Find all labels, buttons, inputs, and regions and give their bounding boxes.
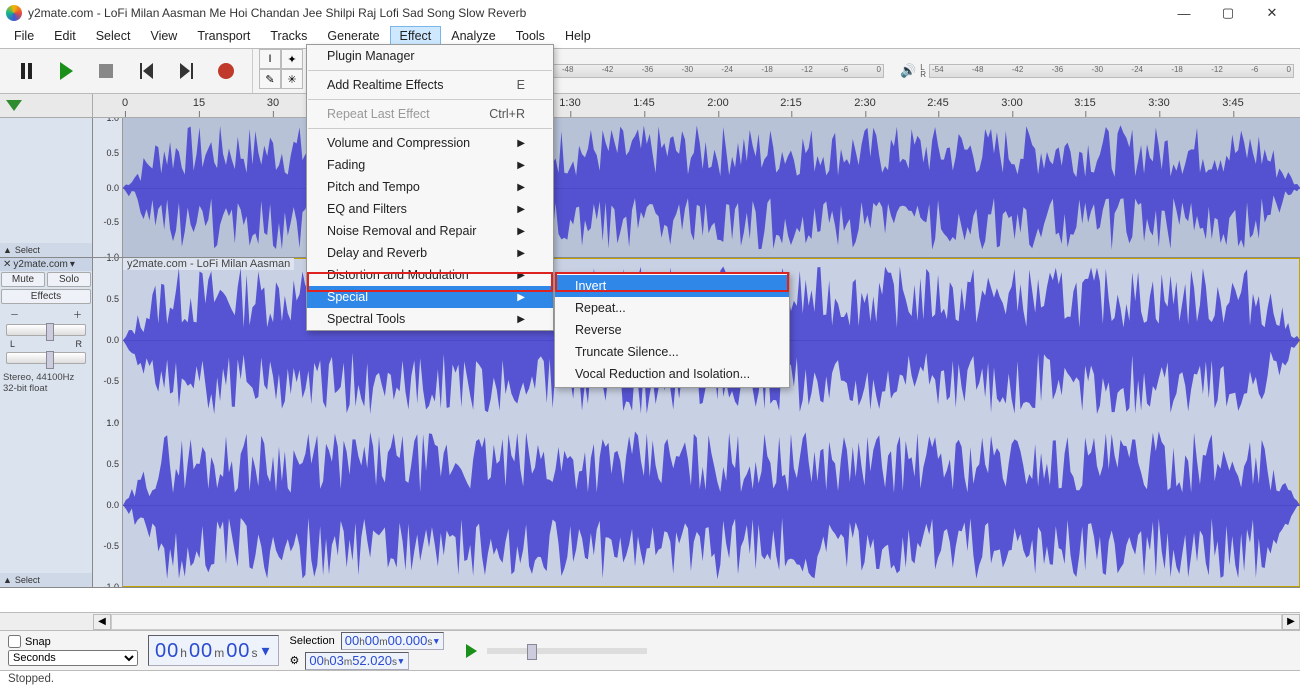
playback-speed-slider[interactable] [487, 648, 647, 654]
menu-volume-and-compression[interactable]: Volume and Compression▶ [307, 132, 553, 154]
ruler-tick: 3:30 [1148, 97, 1169, 109]
menu-distortion-and-modulation[interactable]: Distortion and Modulation▶ [307, 264, 553, 286]
menu-spectral-tools[interactable]: Spectral Tools▶ [307, 308, 553, 330]
tool-draw[interactable]: ✎ [259, 69, 281, 89]
ruler-tick: 2:30 [854, 97, 875, 109]
track-panel-2: ✕ y2mate.com ▾ Mute Solo Effects －＋ LR S… [0, 258, 93, 587]
timeline-pin[interactable] [0, 94, 93, 117]
menu-delay-and-reverb[interactable]: Delay and Reverb▶ [307, 242, 553, 264]
timeline-ruler-row: 0 15 30 1:30 1:45 2:00 2:15 2:30 2:45 3:00 3:15 3:3… [0, 94, 1300, 118]
menu-noise-removal-and-repair[interactable]: Noise Removal and Repair▶ [307, 220, 553, 242]
ruler-tick: 2:00 [707, 97, 728, 109]
selection-toolbar: Snap Seconds 00h00m00s▾ Selection 00h00m… [0, 630, 1300, 670]
menubar: FileEditSelectViewTransportTracksGenerat… [0, 26, 1300, 48]
menu-help[interactable]: Help [555, 26, 601, 48]
window-titlebar: y2mate.com - LoFi Milan Aasman Me Hoi Ch… [0, 0, 1300, 26]
ruler-tick: 1:30 [559, 97, 580, 109]
skip-end-button[interactable] [168, 53, 204, 89]
pan-slider[interactable] [6, 352, 86, 364]
ruler-tick: 2:45 [927, 97, 948, 109]
menu-plugin-manager[interactable]: Plugin Manager [307, 45, 553, 67]
snap-unit-select[interactable]: Seconds [8, 650, 138, 666]
snap-checkbox[interactable]: Snap [8, 635, 138, 648]
window-title: y2mate.com - LoFi Milan Aasman Me Hoi Ch… [28, 6, 526, 20]
menu-view[interactable]: View [140, 26, 187, 48]
menu-pitch-and-tempo[interactable]: Pitch and Tempo▶ [307, 176, 553, 198]
play-button[interactable] [48, 53, 84, 89]
time-display[interactable]: 00h00m00s▾ [148, 635, 279, 666]
horizontal-scrollbar[interactable]: ◀ ▶ [0, 612, 1300, 630]
menu-special-reverse[interactable]: Reverse [555, 319, 789, 341]
menu-fading[interactable]: Fading▶ [307, 154, 553, 176]
ruler-tick: 3:15 [1074, 97, 1095, 109]
ruler-tick: 3:45 [1222, 97, 1243, 109]
selection-start[interactable]: 00h00m00.000s▾ [341, 632, 444, 650]
app-logo-icon [6, 5, 22, 21]
ruler-tick: 15 [193, 97, 205, 109]
tool-envelope[interactable]: ✦ [281, 49, 303, 69]
ruler-tick: 3:00 [1001, 97, 1022, 109]
ruler-tick: 2:15 [780, 97, 801, 109]
tool-multi[interactable]: ✳ [281, 69, 303, 89]
menu-special[interactable]: Special▶ [307, 286, 553, 308]
menu-special-vocal-reduction-and-isolation-[interactable]: Vocal Reduction and Isolation... [555, 363, 789, 385]
selection-label: Selection [289, 635, 334, 647]
track2-collapse[interactable]: ▲ Select [0, 573, 92, 587]
playback-meter[interactable]: 🔊 LR -54-48-42-36-30-24-18-12-60 [890, 49, 1300, 93]
menu-eq-and-filters[interactable]: EQ and Filters▶ [307, 198, 553, 220]
pause-button[interactable] [8, 53, 44, 89]
status-bar: Stopped. [0, 670, 1300, 690]
menu-edit[interactable]: Edit [44, 26, 86, 48]
scroll-right-button[interactable]: ▶ [1282, 614, 1300, 630]
speaker-meter-icon: 🔊 [900, 63, 916, 79]
ruler-tick: 30 [267, 97, 279, 109]
window-close-button[interactable]: ✕ [1250, 0, 1294, 26]
menu-add-realtime[interactable]: Add Realtime EffectsE [307, 74, 553, 96]
menu-transport[interactable]: Transport [187, 26, 260, 48]
window-maximize-button[interactable]: ▢ [1206, 0, 1250, 26]
menu-special-invert[interactable]: Invert [555, 275, 789, 297]
track1-waveform[interactable]: 1.00.50.0-0.5-1.0 [93, 118, 1300, 257]
gain-slider[interactable] [6, 324, 86, 336]
menu-special-truncate-silence-[interactable]: Truncate Silence... [555, 341, 789, 363]
menu-repeat-last: Repeat Last EffectCtrl+R [307, 103, 553, 125]
special-submenu: InvertRepeat...ReverseTruncate Silence..… [554, 272, 790, 388]
selection-end[interactable]: 00h03m52.020s▾ [305, 652, 408, 670]
record-button[interactable] [208, 53, 244, 89]
solo-button[interactable]: Solo [47, 272, 91, 287]
skip-start-button[interactable] [128, 53, 164, 89]
window-minimize-button[interactable]: ― [1162, 0, 1206, 26]
stop-button[interactable] [88, 53, 124, 89]
scroll-left-button[interactable]: ◀ [93, 614, 111, 630]
menu-special-repeat-[interactable]: Repeat... [555, 297, 789, 319]
menu-select[interactable]: Select [86, 26, 141, 48]
tool-selection[interactable]: I [259, 49, 281, 69]
track2-header[interactable]: ✕ y2mate.com ▾ [0, 258, 92, 271]
track-format: Stereo, 44100Hz32-bit float [0, 370, 92, 397]
main-toolbar: I ✦ ✎ ✳ 🔊 Audio Setup ⤴ Share Audio 🎤 LR… [0, 48, 1300, 94]
track1-collapse[interactable]: ▲ Select [0, 243, 92, 257]
play-at-speed-button[interactable] [466, 644, 477, 658]
timeline-ruler[interactable]: 0 15 30 1:30 1:45 2:00 2:15 2:30 2:45 3:00 3:15 3:3… [93, 94, 1300, 117]
edit-tools: I ✦ ✎ ✳ [253, 49, 310, 93]
gear-icon[interactable]: ⚙ [289, 654, 299, 667]
effect-menu-dropdown: Plugin Manager Add Realtime EffectsE Rep… [306, 44, 554, 331]
menu-file[interactable]: File [4, 26, 44, 48]
ruler-tick: 1:45 [633, 97, 654, 109]
ruler-tick: 0 [122, 97, 128, 109]
mute-button[interactable]: Mute [1, 272, 45, 287]
track-panel-1: ▲ Select [0, 118, 93, 257]
effects-button[interactable]: Effects [1, 289, 91, 304]
playhead-icon [6, 100, 22, 111]
